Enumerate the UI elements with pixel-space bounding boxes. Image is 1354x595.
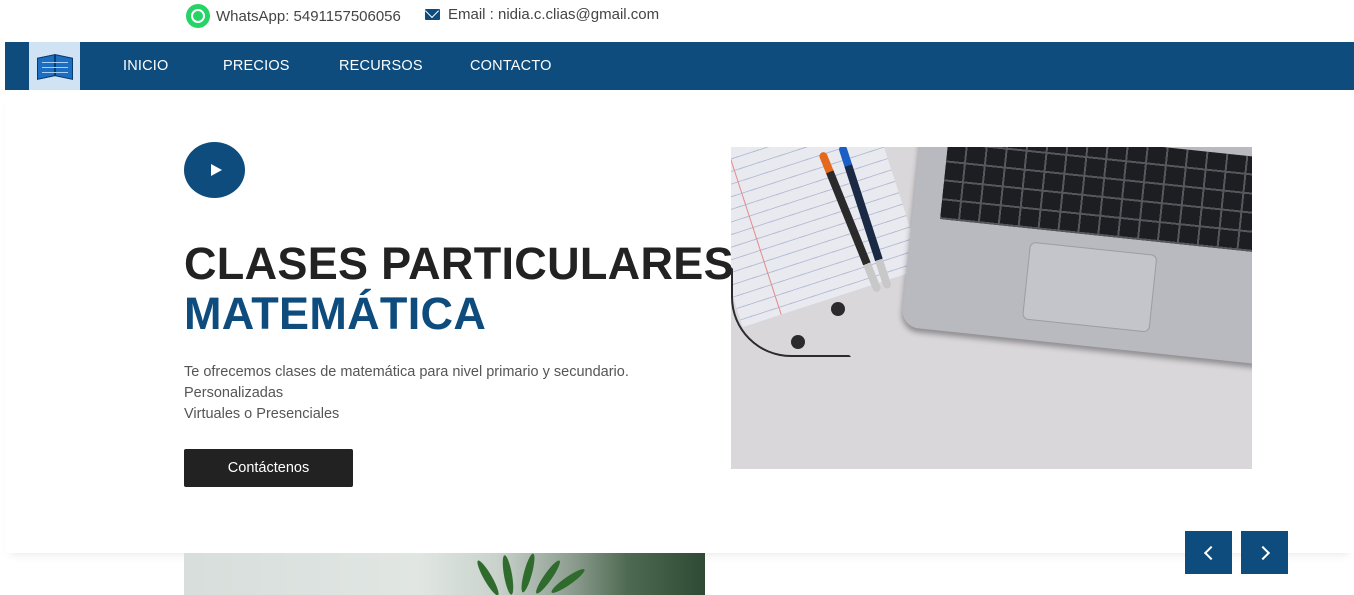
chevron-left-icon bbox=[1203, 545, 1218, 560]
carousel-prev-button[interactable] bbox=[1185, 531, 1232, 574]
trackpad-illustration bbox=[1021, 241, 1158, 333]
whatsapp-text: WhatsApp: 5491157506056 bbox=[216, 7, 401, 25]
whatsapp-icon bbox=[186, 4, 210, 28]
main-navbar: INICIO PRECIOS RECURSOS CONTACTO bbox=[5, 42, 1354, 90]
description-line: Personalizadas bbox=[184, 385, 284, 401]
hero-subtitle: MATEMÁTICA bbox=[184, 288, 487, 339]
nav-inicio[interactable]: INICIO bbox=[123, 42, 169, 90]
earbud-illustration bbox=[791, 335, 805, 349]
play-video-button[interactable] bbox=[184, 142, 245, 198]
nav-recursos[interactable]: RECURSOS bbox=[339, 42, 423, 90]
earbud-illustration bbox=[831, 302, 845, 316]
whatsapp-contact[interactable]: WhatsApp: 5491157506056 bbox=[186, 4, 401, 28]
hero-description: Te ofrecemos clases de matemática para n… bbox=[184, 362, 629, 425]
description-line: Virtuales o Presenciales bbox=[184, 406, 340, 422]
email-text: Email : nidia.c.clias@gmail.com bbox=[448, 5, 660, 23]
contact-bar: WhatsApp: 5491157506056 Email : nidia.c.… bbox=[0, 0, 1354, 40]
section-image-plant bbox=[184, 553, 705, 595]
envelope-icon bbox=[425, 8, 440, 20]
book-logo-icon bbox=[36, 52, 74, 80]
hero-title: CLASES PARTICULARES bbox=[184, 238, 734, 289]
contact-button[interactable]: Contáctenos bbox=[184, 449, 353, 487]
email-contact[interactable]: Email : nidia.c.clias@gmail.com bbox=[425, 3, 659, 25]
nav-precios[interactable]: PRECIOS bbox=[223, 42, 290, 90]
chevron-right-icon bbox=[1255, 545, 1270, 560]
description-line: Te ofrecemos clases de matemática para n… bbox=[184, 364, 629, 380]
site-logo[interactable] bbox=[29, 42, 80, 90]
keyboard-illustration bbox=[939, 147, 1252, 254]
play-icon bbox=[210, 164, 222, 176]
laptop-illustration bbox=[900, 147, 1252, 367]
nav-contacto[interactable]: CONTACTO bbox=[470, 42, 552, 90]
hero-image bbox=[731, 147, 1252, 469]
carousel-next-button[interactable] bbox=[1241, 531, 1288, 574]
